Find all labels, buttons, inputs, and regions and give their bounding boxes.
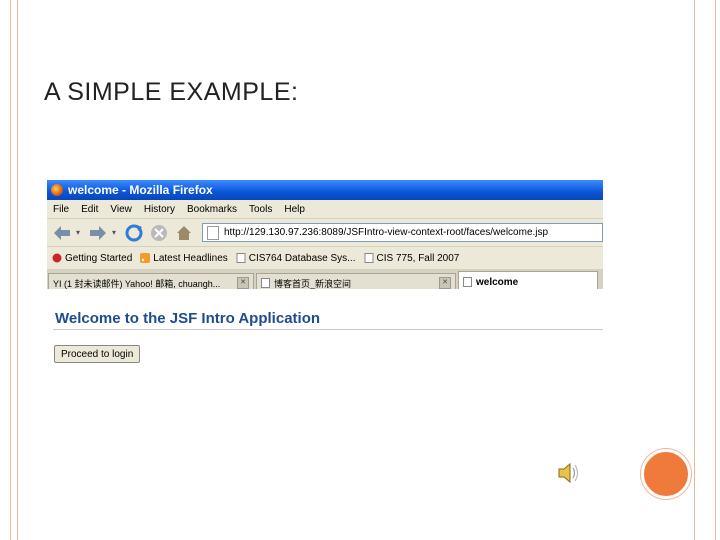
home-icon bbox=[177, 225, 191, 240]
page-heading: Welcome to the JSF Intro Application bbox=[55, 310, 321, 327]
heading-divider bbox=[53, 329, 603, 330]
slide-title: A SIMPLE EXAMPLE: bbox=[44, 78, 299, 106]
close-tab-icon[interactable]: ✕ bbox=[237, 277, 249, 289]
reload-button[interactable] bbox=[123, 222, 145, 244]
tab-label: welcome bbox=[476, 276, 519, 288]
menu-bar: File Edit View History Bookmarks Tools H… bbox=[47, 200, 603, 219]
proceed-to-login-button[interactable]: Proceed to login bbox=[54, 345, 141, 363]
window-title: welcome - Mozilla Firefox bbox=[68, 183, 213, 197]
window-titlebar: welcome - Mozilla Firefox bbox=[47, 180, 603, 200]
forward-history-dropdown-icon[interactable]: ▾ bbox=[112, 228, 120, 237]
back-arrow-icon bbox=[54, 225, 70, 240]
stop-button[interactable] bbox=[148, 222, 170, 244]
slide-border-left bbox=[10, 0, 18, 540]
page-icon bbox=[236, 253, 246, 263]
page-icon bbox=[364, 253, 373, 263]
menu-view[interactable]: View bbox=[110, 204, 132, 215]
navigation-toolbar: ▾ ▾ http://129.130.97.236:8089/JSFIntro-… bbox=[47, 219, 603, 247]
menu-file[interactable]: File bbox=[53, 204, 69, 215]
forward-button[interactable] bbox=[87, 222, 109, 244]
stop-icon bbox=[151, 224, 167, 241]
bookmark-cis775[interactable]: CIS 775, Fall 2007 bbox=[364, 252, 460, 264]
bookmarks-toolbar: Getting Started Latest Headlines CIS764 … bbox=[47, 247, 603, 270]
bookmark-label: Latest Headlines bbox=[153, 252, 228, 264]
back-history-dropdown-icon[interactable]: ▾ bbox=[76, 228, 84, 237]
address-bar[interactable]: http://129.130.97.236:8089/JSFIntro-view… bbox=[202, 223, 603, 242]
tab-label: 博客首页_新浪空间 bbox=[274, 278, 352, 289]
menu-edit[interactable]: Edit bbox=[81, 204, 98, 215]
bookmark-getting-started[interactable]: Getting Started bbox=[52, 253, 132, 264]
bookmark-label: CIS764 Database Sys... bbox=[248, 252, 356, 264]
bookmark-label: Getting Started bbox=[65, 252, 133, 264]
firefox-window: welcome - Mozilla Firefox File Edit View… bbox=[47, 180, 603, 366]
menu-history[interactable]: History bbox=[144, 204, 175, 215]
decorative-circle bbox=[641, 449, 691, 499]
bookmark-label: CIS 775, Fall 2007 bbox=[376, 252, 460, 264]
home-button[interactable] bbox=[173, 222, 195, 244]
page-content: Welcome to the JSF Intro Application Pro… bbox=[47, 289, 603, 366]
rss-feed-icon bbox=[140, 253, 151, 263]
url-text: http://129.130.97.236:8089/JSFIntro-view… bbox=[224, 227, 549, 238]
firefox-bookmark-icon bbox=[52, 253, 62, 263]
menu-tools[interactable]: Tools bbox=[249, 204, 272, 215]
page-icon bbox=[207, 225, 219, 240]
page-icon bbox=[463, 277, 472, 287]
bookmark-latest-headlines[interactable]: Latest Headlines bbox=[140, 253, 228, 264]
menu-help[interactable]: Help bbox=[284, 204, 305, 215]
speaker-icon[interactable] bbox=[556, 461, 582, 485]
forward-arrow-icon bbox=[90, 225, 106, 240]
page-icon bbox=[261, 278, 270, 288]
menu-bookmarks[interactable]: Bookmarks bbox=[187, 204, 237, 215]
firefox-logo-icon bbox=[51, 184, 63, 196]
reload-icon bbox=[125, 224, 143, 241]
tab-label: YI (1 封未读邮件) Yahoo! 邮箱, chuangh... bbox=[53, 278, 221, 289]
slide-border-right bbox=[694, 0, 716, 540]
bookmark-cis764[interactable]: CIS764 Database Sys... bbox=[236, 253, 356, 264]
close-tab-icon[interactable]: ✕ bbox=[439, 277, 451, 289]
back-button[interactable] bbox=[51, 222, 73, 244]
